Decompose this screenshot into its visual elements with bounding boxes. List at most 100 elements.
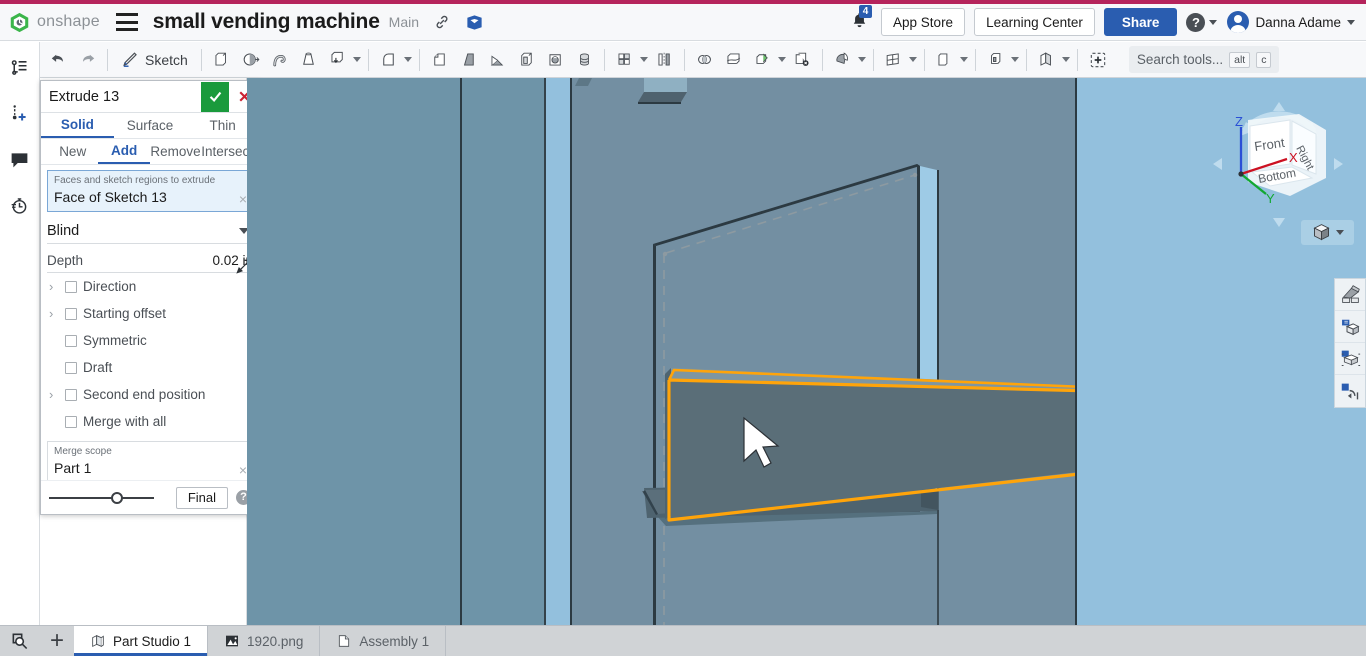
brand-logo[interactable]: onshape <box>9 12 100 33</box>
split-icon[interactable] <box>719 45 748 75</box>
rollback-slider[interactable] <box>49 491 168 505</box>
chamfer-icon[interactable] <box>425 45 454 75</box>
viewport-right-toolbar <box>1334 278 1366 408</box>
faces-selection-field[interactable]: Faces and sketch regions to extrude Face… <box>47 170 253 212</box>
chevron-down-icon[interactable] <box>1011 57 1019 62</box>
chevron-down-icon[interactable] <box>778 57 786 62</box>
feature-list-icon[interactable] <box>5 52 35 82</box>
clear-merge-scope-icon[interactable]: × <box>239 463 247 477</box>
option-row-draft[interactable]: Draft <box>41 354 259 381</box>
draft-icon[interactable] <box>454 45 483 75</box>
shell-icon[interactable] <box>512 45 541 75</box>
user-menu[interactable]: Danna Adame <box>1227 11 1355 33</box>
section-view-icon[interactable] <box>1335 279 1365 311</box>
measure-icon[interactable] <box>1335 375 1365 407</box>
boolean-icon[interactable] <box>690 45 719 75</box>
help-menu[interactable]: ? <box>1186 13 1217 32</box>
tab-intersect[interactable]: Intersect <box>201 139 253 164</box>
search-tools-placeholder: Search tools... <box>1137 52 1223 67</box>
expand-chevron-icon[interactable]: › <box>49 387 59 402</box>
plane-icon[interactable] <box>879 45 908 75</box>
share-button[interactable]: Share <box>1104 8 1178 36</box>
insert-part-icon[interactable] <box>1032 45 1061 75</box>
tab-solid[interactable]: Solid <box>41 113 114 138</box>
revolve-icon[interactable] <box>236 45 265 75</box>
tab-new[interactable]: New <box>47 139 98 164</box>
checkbox[interactable] <box>65 308 77 320</box>
slider-knob[interactable] <box>111 492 123 504</box>
hole-icon[interactable] <box>541 45 570 75</box>
chevron-down-icon[interactable] <box>858 57 866 62</box>
option-row-direction[interactable]: ›Direction <box>41 273 259 300</box>
option-row-merge-with-all[interactable]: Merge with all <box>41 408 259 435</box>
chevron-down-icon[interactable] <box>404 57 412 62</box>
extrude-icon[interactable] <box>207 45 236 75</box>
option-row-starting-offset[interactable]: ›Starting offset <box>41 300 259 327</box>
tab-label: Assembly 1 <box>359 634 429 649</box>
rib-icon[interactable] <box>483 45 512 75</box>
end-condition-select[interactable]: Blind <box>47 218 253 244</box>
chevron-down-icon <box>1347 20 1355 25</box>
undo-icon[interactable] <box>44 45 73 75</box>
notifications-button[interactable]: 4 <box>850 10 869 35</box>
expand-chevron-icon[interactable]: › <box>49 306 59 321</box>
checkbox[interactable] <box>65 335 77 347</box>
depth-label: Depth <box>47 253 212 268</box>
chevron-down-icon[interactable] <box>353 57 361 62</box>
chevron-down-icon[interactable] <box>960 57 968 62</box>
learning-center-button[interactable]: Learning Center <box>974 8 1095 36</box>
thread-icon[interactable] <box>570 45 599 75</box>
history-icon[interactable] <box>5 190 35 220</box>
onshape-app-icon[interactable] <box>465 13 484 32</box>
loft-icon[interactable] <box>294 45 323 75</box>
sketch-button[interactable]: Sketch <box>113 45 196 75</box>
merge-scope-field[interactable]: Merge scope Part 1 × <box>47 441 253 483</box>
sheet-metal-icon[interactable] <box>930 45 959 75</box>
search-tools-input[interactable]: Search tools... alt c <box>1129 46 1280 73</box>
checkbox[interactable] <box>65 389 77 401</box>
display-style-button[interactable] <box>1301 220 1354 245</box>
checkbox[interactable] <box>65 281 77 293</box>
app-store-button[interactable]: App Store <box>881 8 965 36</box>
chevron-down-icon[interactable] <box>909 57 917 62</box>
accept-button[interactable] <box>201 82 229 112</box>
expand-chevron-icon[interactable]: › <box>49 279 59 294</box>
tab-part-studio-1[interactable]: Part Studio 1 <box>74 626 208 656</box>
add-custom-feature-icon[interactable] <box>1083 45 1113 75</box>
tab-search-icon[interactable] <box>0 626 40 656</box>
explode-icon[interactable] <box>1335 343 1365 375</box>
main-menu-button[interactable] <box>116 13 138 31</box>
tab-add[interactable]: Add <box>98 139 149 164</box>
option-row-second-end-position[interactable]: ›Second end position <box>41 381 259 408</box>
link-icon[interactable] <box>433 13 451 31</box>
add-variable-icon[interactable] <box>5 98 35 128</box>
depth-field[interactable]: Depth 0.02 in <box>47 249 253 273</box>
checkbox[interactable] <box>65 416 77 428</box>
pattern-icon[interactable] <box>610 45 639 75</box>
chevron-down-icon[interactable] <box>640 57 648 62</box>
tab-remove[interactable]: Remove <box>150 139 201 164</box>
comments-icon[interactable] <box>5 144 35 174</box>
delete-face-icon[interactable] <box>788 45 817 75</box>
move-face-icon[interactable] <box>828 45 857 75</box>
derived-icon[interactable] <box>981 45 1010 75</box>
add-tab-button[interactable]: + <box>40 626 74 656</box>
redo-icon[interactable] <box>73 45 102 75</box>
checkbox[interactable] <box>65 362 77 374</box>
tab-assembly-1[interactable]: Assembly 1 <box>320 626 446 656</box>
final-button[interactable]: Final <box>176 487 228 509</box>
option-row-symmetric[interactable]: Symmetric <box>41 327 259 354</box>
tab-1920-png[interactable]: 1920.png <box>208 626 320 656</box>
view-cube[interactable]: Front Right Bottom Z X Y <box>1204 86 1354 236</box>
mirror-icon[interactable] <box>650 45 679 75</box>
sweep-icon[interactable] <box>265 45 294 75</box>
chevron-down-icon[interactable] <box>1062 57 1070 62</box>
fillet-icon[interactable] <box>374 45 403 75</box>
3d-viewport[interactable]: Front Right Bottom Z X Y <box>247 78 1366 625</box>
tab-surface[interactable]: Surface <box>114 113 187 138</box>
thicken-icon[interactable] <box>323 45 352 75</box>
clear-selection-icon[interactable]: × <box>239 192 247 206</box>
axis-label-y: Y <box>1266 191 1275 206</box>
render-icon[interactable] <box>1335 311 1365 343</box>
transform-icon[interactable] <box>748 45 777 75</box>
